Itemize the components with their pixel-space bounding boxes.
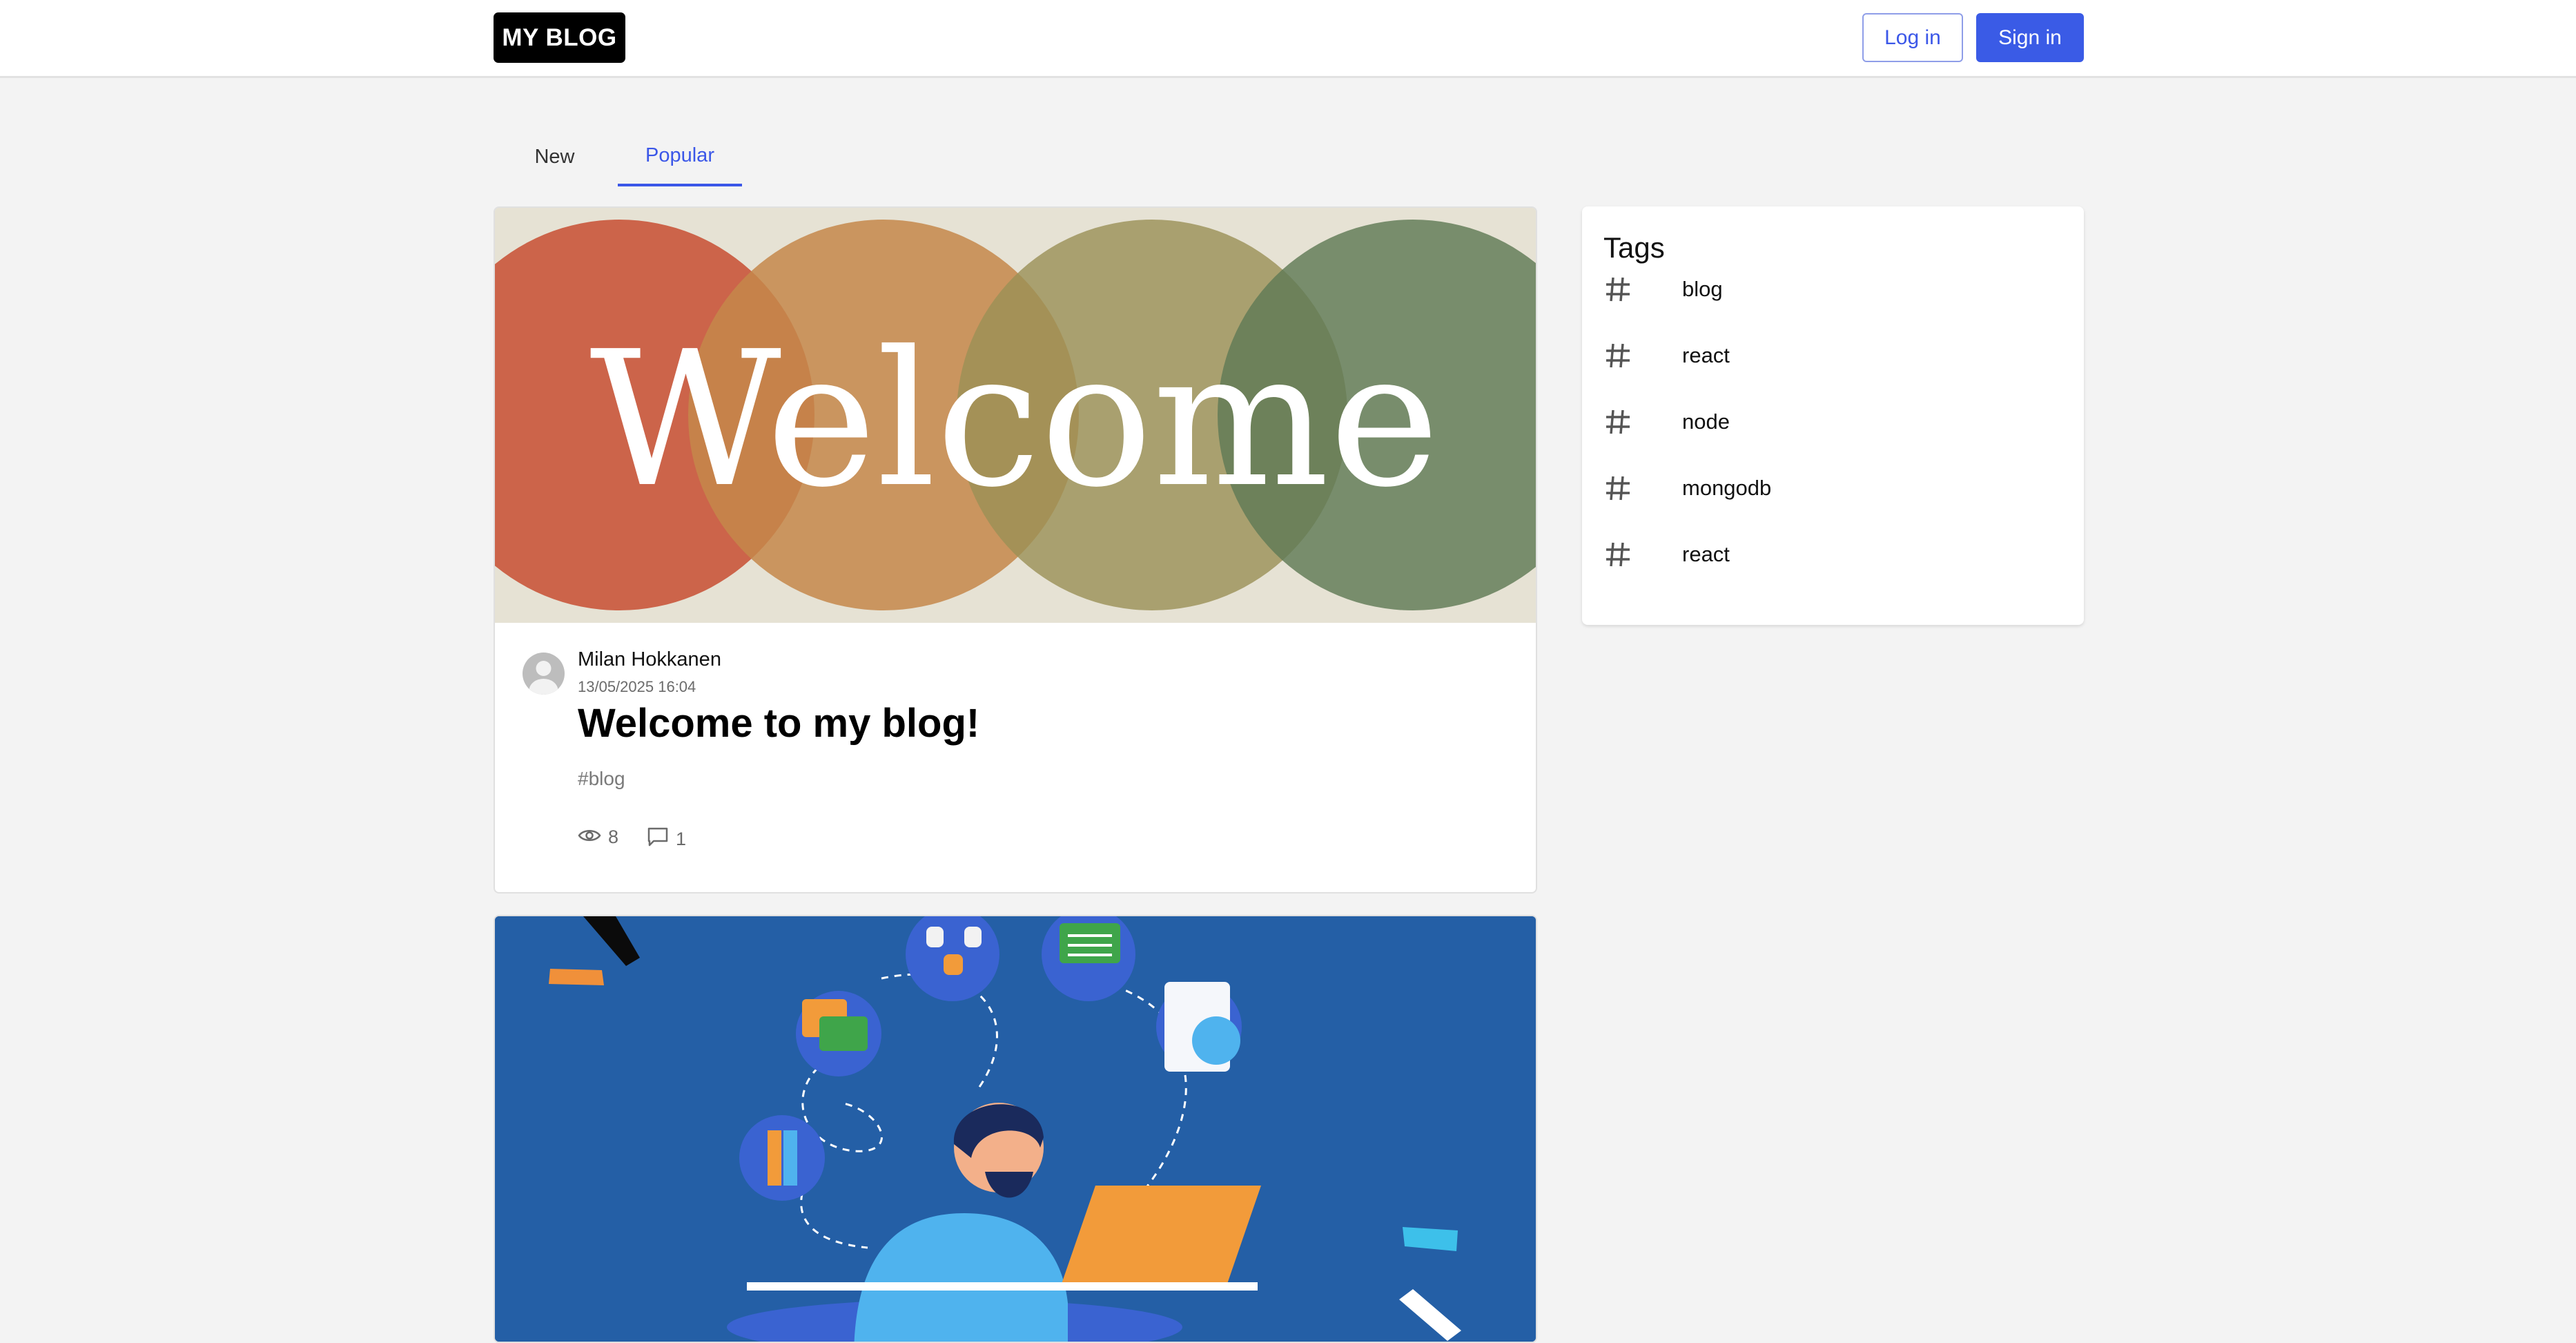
tags-panel: Tags blog react node mongodb react: [1582, 206, 2084, 625]
blog-logo[interactable]: MY BLOG: [494, 12, 625, 63]
tab-popular[interactable]: Popular: [618, 128, 742, 186]
avatar[interactable]: [523, 653, 565, 695]
hash-icon: [1603, 341, 1632, 370]
tab-new[interactable]: New: [494, 128, 616, 186]
comments-value: 1: [676, 829, 687, 849]
signin-button[interactable]: Sign in: [1976, 13, 2084, 62]
post-title[interactable]: Welcome to my blog!: [578, 700, 979, 746]
post-card: [494, 915, 1537, 1343]
tag-label: blog: [1682, 277, 1723, 301]
tag-label: node: [1682, 409, 1730, 434]
tag-label: react: [1682, 343, 1730, 367]
tag-item-node[interactable]: node: [1582, 389, 2084, 455]
comments-count: 1: [647, 827, 686, 852]
tag-item-blog[interactable]: blog: [1582, 256, 2084, 322]
comment-icon: [647, 827, 669, 852]
post-body: Milan Hokkanen 13/05/2025 16:04 Welcome …: [495, 623, 1536, 892]
views-count: 8: [578, 827, 618, 848]
post-date: 13/05/2025 16:04: [578, 678, 696, 695]
eye-icon: [578, 827, 601, 848]
views-value: 8: [608, 827, 619, 847]
post-cover-image[interactable]: [495, 916, 1536, 1342]
post-tag[interactable]: #blog: [578, 768, 625, 790]
login-button[interactable]: Log in: [1862, 13, 1963, 62]
post-card: Welcome Milan Hokkanen 13/05/2025 16:04 …: [494, 206, 1537, 893]
post-author[interactable]: Milan Hokkanen: [578, 648, 721, 671]
tag-item-mongodb[interactable]: mongodb: [1582, 455, 2084, 521]
post-cover-image[interactable]: Welcome: [495, 208, 1536, 623]
tag-item-react[interactable]: react: [1582, 521, 2084, 588]
hash-icon: [1603, 275, 1632, 304]
top-navbar: MY BLOG Log in Sign in: [0, 0, 2576, 78]
tag-label: mongodb: [1682, 476, 1772, 500]
hash-icon: [1603, 540, 1632, 569]
tag-item-react[interactable]: react: [1582, 322, 2084, 389]
hash-icon: [1603, 474, 1632, 503]
hash-icon: [1603, 407, 1632, 436]
tag-label: react: [1682, 542, 1730, 566]
cover-welcome-text: Welcome: [589, 311, 1439, 528]
